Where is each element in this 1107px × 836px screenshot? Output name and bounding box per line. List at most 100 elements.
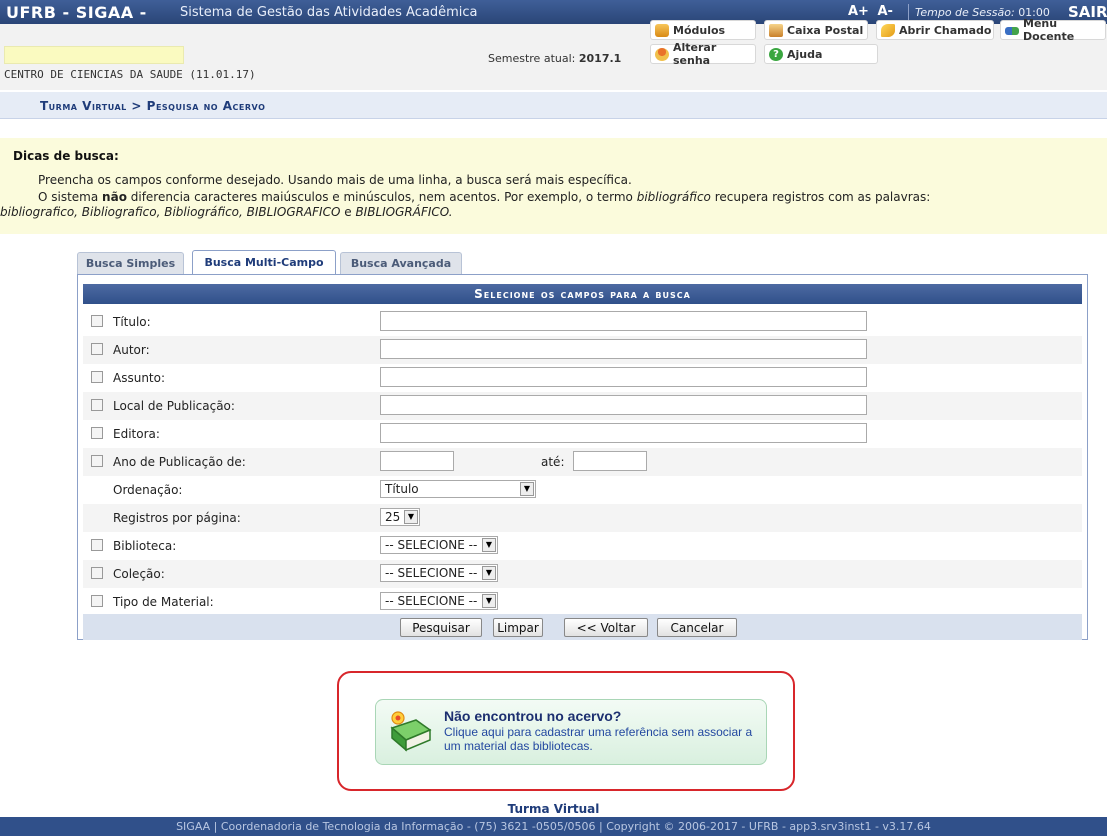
- footer: SIGAA | Coordenadoria de Tecnologia da I…: [0, 817, 1107, 836]
- tips-line-3: bibliografico, Bibliografico, Bibliográf…: [0, 205, 453, 219]
- footer-turma-virtual-link[interactable]: Turma Virtual: [0, 802, 1107, 816]
- mailbox-icon: [769, 24, 783, 37]
- field-row-biblioteca: Biblioteca: -- SELECIONE -- ▼: [83, 532, 1082, 560]
- ano-to-input[interactable]: [573, 451, 647, 471]
- chevron-down-icon: ▼: [482, 538, 496, 552]
- tipo-label: Tipo de Material:: [113, 595, 214, 609]
- form-header: Selecione os campos para a busca: [83, 284, 1082, 304]
- ordenacao-label: Ordenação:: [113, 483, 183, 497]
- tips-example: bibliografico, Bibliografico, Bibliográf…: [0, 205, 341, 219]
- autor-checkbox[interactable]: [91, 343, 103, 355]
- local-input[interactable]: [380, 395, 867, 415]
- breadcrumb: Turma Virtual > Pesquisa no Acervo: [0, 92, 1107, 119]
- breadcrumb-text: Turma Virtual > Pesquisa no Acervo: [40, 99, 266, 113]
- search-tips: Dicas de busca: Preencha os campos confo…: [0, 138, 1107, 234]
- cadastrar-referencia-link[interactable]: Não encontrou no acervo? Clique aqui par…: [375, 699, 767, 765]
- titulo-label: Título:: [113, 315, 151, 329]
- font-increase-button[interactable]: A+: [848, 4, 869, 19]
- menu-icon: [1005, 27, 1019, 35]
- tips-emphasis: não: [102, 190, 127, 204]
- tips-text: diferencia caracteres maiúsculos e minús…: [126, 190, 637, 204]
- tips-example: bibliográfico: [636, 190, 711, 204]
- callout-subtitle: Clique aqui para cadastrar uma referênci…: [444, 725, 753, 753]
- ajuda-label: Ajuda: [787, 47, 823, 61]
- field-row-autor: Autor:: [83, 336, 1082, 364]
- tab-busca-multi-campo[interactable]: Busca Multi-Campo: [192, 250, 336, 274]
- ano-checkbox[interactable]: [91, 455, 103, 467]
- tips-example: BIBLIOGRÁFICO.: [355, 205, 453, 219]
- biblioteca-select[interactable]: -- SELECIONE -- ▼: [380, 536, 498, 554]
- local-checkbox[interactable]: [91, 399, 103, 411]
- biblioteca-label: Biblioteca:: [113, 539, 177, 553]
- font-decrease-button[interactable]: A-: [878, 4, 893, 19]
- colecao-checkbox[interactable]: [91, 567, 103, 579]
- registros-value: 25: [385, 510, 401, 524]
- editora-label: Editora:: [113, 427, 160, 441]
- field-row-local: Local de Publicação:: [83, 392, 1082, 420]
- field-row-titulo: Título:: [83, 308, 1082, 336]
- semester-label: Semestre atual:: [488, 52, 576, 65]
- tips-line-2: O sistema não diferencia caracteres maiú…: [38, 190, 930, 204]
- ordenacao-select[interactable]: Título ▼: [380, 480, 536, 498]
- modulos-label: Módulos: [673, 23, 726, 37]
- cancelar-button[interactable]: Cancelar: [657, 618, 737, 637]
- form-actions: Pesquisar Limpar << Voltar Cancelar: [83, 614, 1082, 640]
- titulo-input[interactable]: [380, 311, 867, 331]
- local-label: Local de Publicação:: [113, 399, 235, 413]
- menu-docente-button[interactable]: Menu Docente: [1000, 17, 1106, 43]
- current-semester: Semestre atual: 2017.1: [488, 52, 621, 65]
- colecao-select[interactable]: -- SELECIONE -- ▼: [380, 564, 498, 582]
- editora-checkbox[interactable]: [91, 427, 103, 439]
- key-icon: [655, 48, 669, 61]
- app-subtitle: Sistema de Gestão das Atividades Acadêmi…: [180, 5, 478, 20]
- tipo-select[interactable]: -- SELECIONE -- ▼: [380, 592, 498, 610]
- help-icon: ?: [769, 48, 783, 61]
- semester-value: 2017.1: [578, 52, 622, 65]
- pesquisar-button[interactable]: Pesquisar: [400, 618, 482, 637]
- ano-ate-label: até:: [541, 455, 565, 469]
- limpar-button[interactable]: Limpar: [493, 618, 543, 637]
- field-row-assunto: Assunto:: [83, 364, 1082, 392]
- assunto-checkbox[interactable]: [91, 371, 103, 383]
- abrir-chamado-button[interactable]: Abrir Chamado: [876, 20, 994, 40]
- callout-title: Não encontrou no acervo?: [444, 708, 622, 724]
- autor-label: Autor:: [113, 343, 150, 357]
- book-icon: [390, 711, 432, 752]
- tipo-checkbox[interactable]: [91, 595, 103, 607]
- biblioteca-checkbox[interactable]: [91, 539, 103, 551]
- tips-text: recupera registros com as palavras:: [710, 190, 931, 204]
- alterar-senha-label: Alterar senha: [673, 41, 717, 67]
- field-row-registros: Registros por página: 25 ▼: [83, 504, 1082, 532]
- modulos-button[interactable]: Módulos: [650, 20, 756, 40]
- modules-icon: [655, 24, 669, 37]
- megaphone-icon: [881, 24, 895, 37]
- titulo-checkbox[interactable]: [91, 315, 103, 327]
- alterar-senha-button[interactable]: Alterar senha: [650, 41, 756, 67]
- field-row-ordenacao: Ordenação: Título ▼: [83, 476, 1082, 504]
- menu-docente-label: Menu Docente: [1023, 17, 1075, 43]
- unit-name: CENTRO DE CIENCIAS DA SAUDE (11.01.17): [4, 68, 256, 81]
- ano-from-input[interactable]: [380, 451, 454, 471]
- field-row-colecao: Coleção: -- SELECIONE -- ▼: [83, 560, 1082, 588]
- font-controls: A+ A-: [848, 4, 897, 19]
- tab-busca-simples[interactable]: Busca Simples: [77, 252, 184, 274]
- tips-text: e: [340, 205, 356, 219]
- caixa-postal-button[interactable]: Caixa Postal: [764, 20, 868, 40]
- ajuda-button[interactable]: ? Ajuda: [764, 44, 878, 64]
- tab-busca-avancada[interactable]: Busca Avançada: [340, 252, 462, 274]
- editora-input[interactable]: [380, 423, 867, 443]
- voltar-button[interactable]: << Voltar: [564, 618, 648, 637]
- tips-heading: Dicas de busca:: [13, 149, 119, 163]
- chevron-down-icon: ▼: [404, 510, 418, 524]
- registros-label: Registros por página:: [113, 511, 241, 525]
- caixa-postal-label: Caixa Postal: [787, 23, 864, 37]
- field-row-ano: Ano de Publicação de: até:: [83, 448, 1082, 476]
- user-name-box: [4, 46, 184, 64]
- registros-select[interactable]: 25 ▼: [380, 508, 420, 526]
- app-brand: UFRB - SIGAA -: [6, 3, 147, 22]
- ano-label: Ano de Publicação de:: [113, 455, 246, 469]
- tips-line-1: Preencha os campos conforme desejado. Us…: [38, 173, 632, 187]
- field-row-editora: Editora:: [83, 420, 1082, 448]
- autor-input[interactable]: [380, 339, 867, 359]
- assunto-input[interactable]: [380, 367, 867, 387]
